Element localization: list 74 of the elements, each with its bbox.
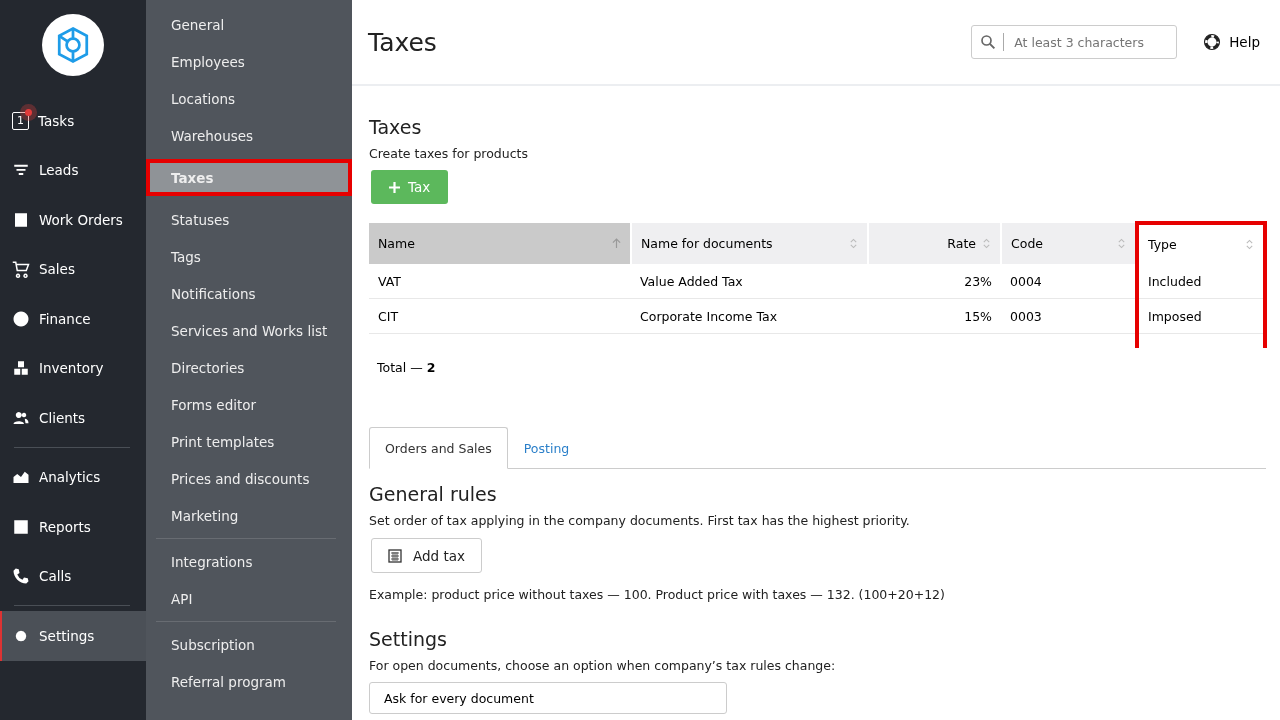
nav-icon xyxy=(12,517,30,536)
nav-item[interactable]: Leads xyxy=(0,145,146,195)
submenu-item[interactable]: Locations xyxy=(146,80,352,117)
submenu-item[interactable]: Employees xyxy=(146,43,352,80)
total-count: Total — 2 xyxy=(377,360,437,375)
nav-item[interactable]: Analytics xyxy=(0,452,146,502)
nav-item[interactable]: Finance xyxy=(0,294,146,344)
search-icon xyxy=(979,33,998,51)
table-cell: 23% xyxy=(868,264,1001,299)
column-header[interactable]: Type xyxy=(1137,223,1265,264)
option-dropdown[interactable]: Ask for every document xyxy=(369,682,727,714)
section-title: General rules xyxy=(369,483,498,505)
table-cell: Value Added Tax xyxy=(631,264,868,299)
add-tax-button[interactable]: Add tax xyxy=(371,538,482,573)
nav-icon xyxy=(12,309,30,328)
nav-icon xyxy=(12,210,30,229)
nav-item[interactable]: 1 Tasks xyxy=(0,96,146,146)
help-link[interactable]: Help xyxy=(1203,33,1260,51)
table-cell: 0003 xyxy=(1001,298,1137,334)
sort-icon xyxy=(1117,238,1126,249)
column-header[interactable]: Name xyxy=(369,223,631,264)
column-header[interactable]: Rate xyxy=(868,223,1001,264)
nav-item[interactable]: Calls xyxy=(0,551,146,601)
submenu-item[interactable]: API xyxy=(146,580,352,617)
submenu-item[interactable]: Statuses xyxy=(146,201,352,238)
table-cell: 0004 xyxy=(1001,264,1137,299)
plus-icon xyxy=(389,181,400,193)
column-header[interactable]: Name for documents xyxy=(631,223,868,264)
section-description: Set order of tax applying in the company documents. First tax has the highest priority. xyxy=(369,513,911,528)
table-cell: CIT xyxy=(369,298,631,334)
table-cell: Included xyxy=(1137,264,1265,299)
table-cell: Imposed xyxy=(1137,298,1265,334)
submenu-item[interactable]: Referral program xyxy=(146,663,352,700)
section-title: Taxes xyxy=(369,116,423,138)
submenu-item[interactable]: Warehouses xyxy=(146,117,352,154)
submenu-item[interactable]: Directories xyxy=(146,349,352,386)
section-description: Create taxes for products xyxy=(369,146,529,161)
sort-icon xyxy=(849,238,858,249)
lifebuoy-icon xyxy=(1203,33,1222,51)
submenu-item[interactable]: Tags xyxy=(146,238,352,275)
section-title: Settings xyxy=(369,628,448,650)
calendar-icon: 1 xyxy=(12,111,29,130)
tab[interactable]: Orders and Sales xyxy=(369,427,508,469)
submenu-item[interactable]: Subscription xyxy=(146,626,352,663)
submenu-item[interactable]: General xyxy=(146,6,352,43)
submenu-item[interactable]: Prices and discounts xyxy=(146,460,352,497)
nav-item[interactable]: Work Orders xyxy=(0,195,146,245)
submenu-item[interactable]: Marketing xyxy=(146,497,352,534)
table-cell: 15% xyxy=(868,298,1001,334)
sort-up-icon xyxy=(612,238,621,249)
table-cell: Corporate Income Tax xyxy=(631,298,868,334)
table-cell: VAT xyxy=(369,264,631,299)
sort-icon xyxy=(982,238,991,249)
submenu-item[interactable]: Notifications xyxy=(146,275,352,312)
example-text: Example: product price without taxes — 100. Product price with taxes — 132. (100+20+12) xyxy=(369,587,946,602)
submenu-item[interactable]: Services and Works list xyxy=(146,312,352,349)
nav-item[interactable]: Settings xyxy=(0,611,146,661)
nav-item[interactable]: Reports xyxy=(0,502,146,552)
calculator-icon xyxy=(388,548,402,563)
submenu-item[interactable]: Print templates xyxy=(146,423,352,460)
submenu-item[interactable]: Integrations xyxy=(146,543,352,580)
column-header[interactable]: Code xyxy=(1001,223,1137,264)
nav-item[interactable]: Sales xyxy=(0,244,146,294)
nav-icon xyxy=(12,567,30,586)
page-title: Taxes xyxy=(368,27,438,57)
submenu-item[interactable]: Forms editor xyxy=(146,386,352,423)
nav-item[interactable]: Inventory xyxy=(0,343,146,393)
section-description: For open documents, choose an option when company’s tax rules change: xyxy=(369,658,837,673)
nav-icon xyxy=(12,260,30,279)
nav-item[interactable]: Clients xyxy=(0,393,146,443)
search-field[interactable]: At least 3 characters xyxy=(971,25,1178,59)
tab[interactable]: Posting xyxy=(507,427,586,469)
nav-icon xyxy=(12,359,30,378)
sort-icon xyxy=(1245,239,1254,250)
